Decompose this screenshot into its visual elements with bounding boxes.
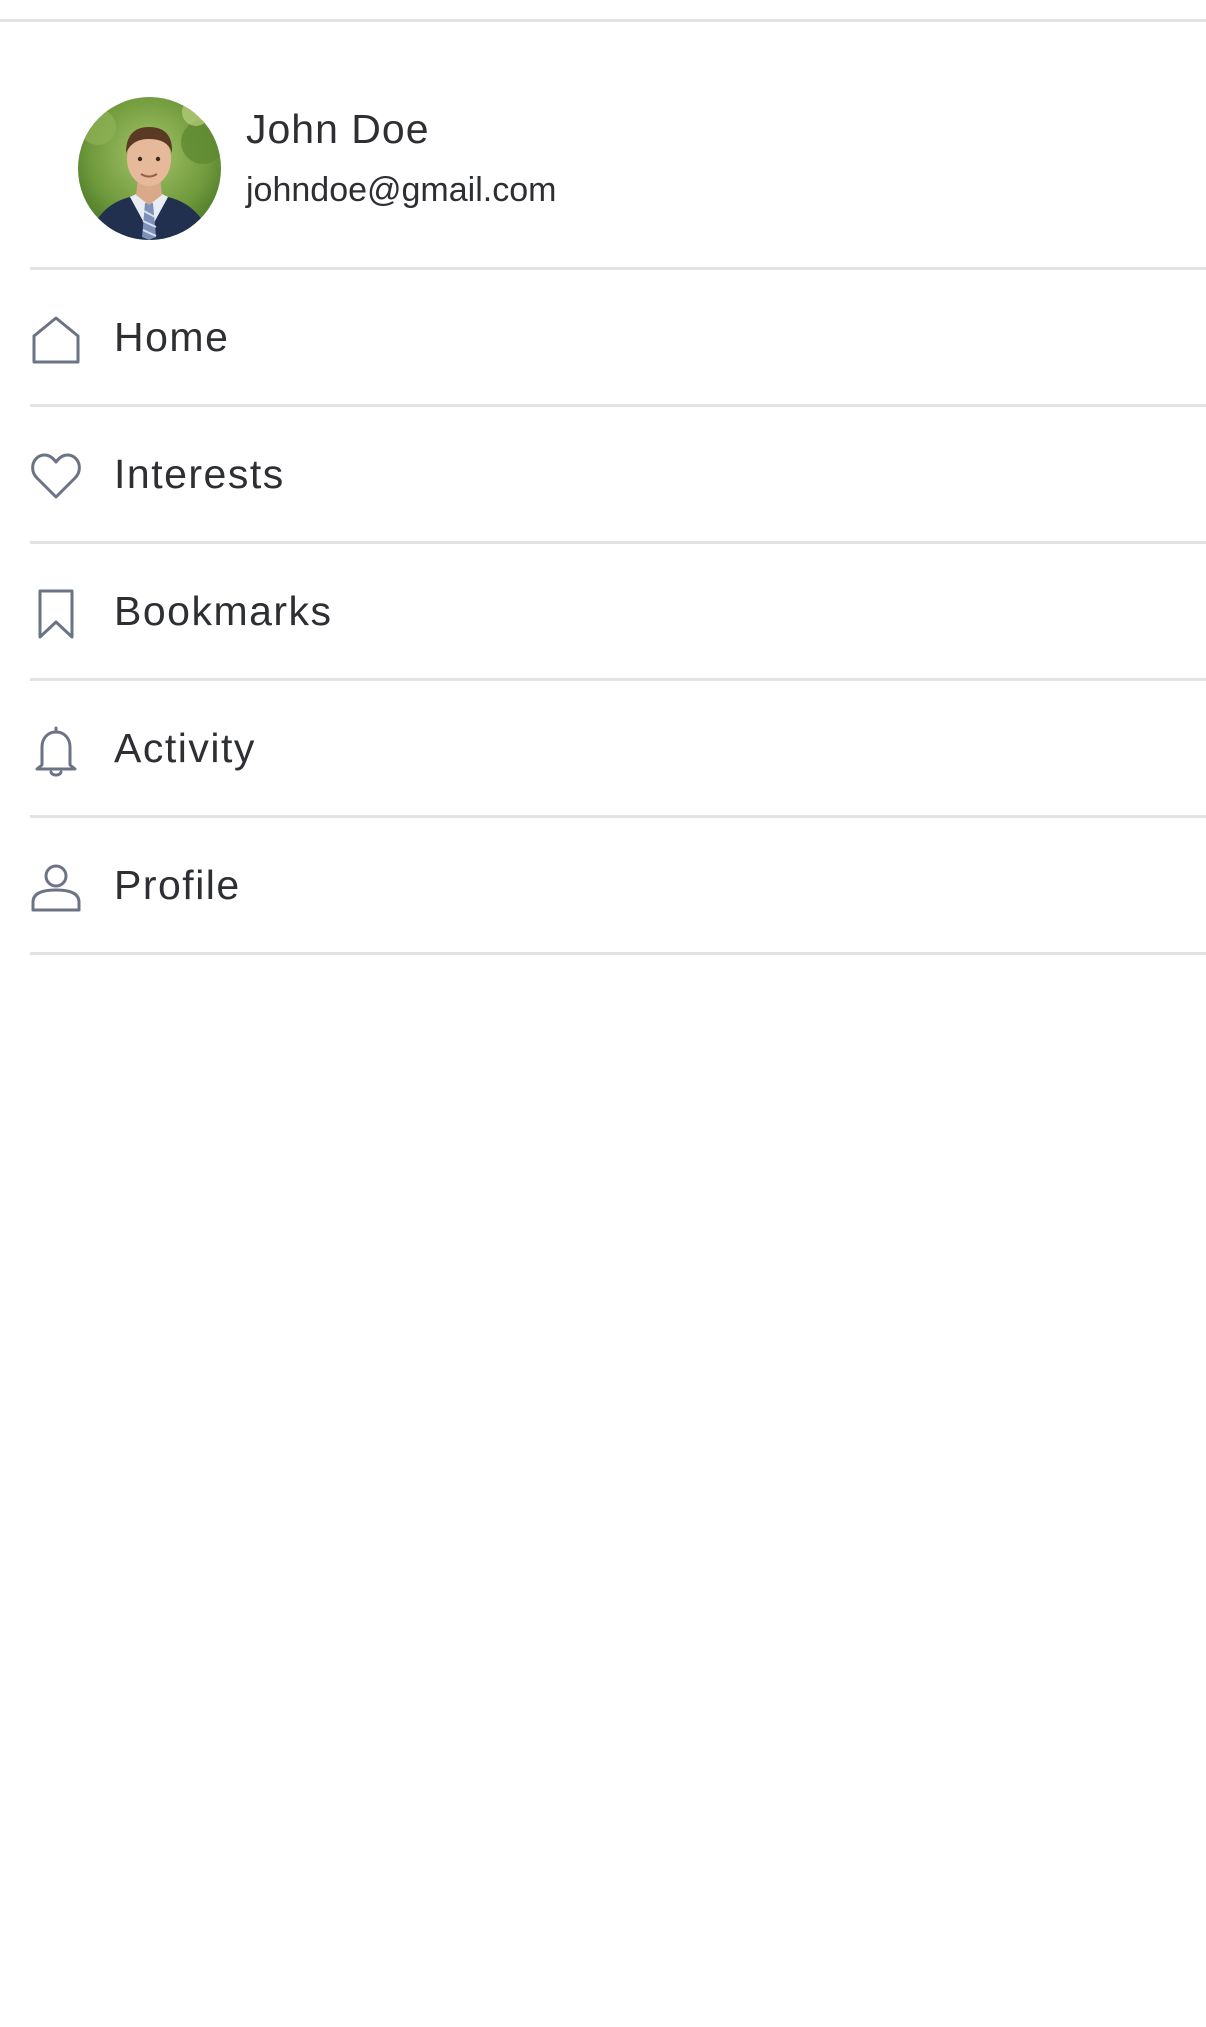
- menu-item-bookmarks[interactable]: Bookmarks: [30, 544, 1206, 681]
- menu-item-activity[interactable]: Activity: [30, 681, 1206, 818]
- home-icon: [30, 314, 82, 366]
- user-name: John Doe: [246, 106, 430, 152]
- menu-item-label: Home: [114, 314, 230, 360]
- bell-icon: [30, 725, 82, 777]
- profile-header[interactable]: John Doe johndoe@gmail.com: [30, 22, 1206, 270]
- menu-item-label: Activity: [114, 725, 256, 771]
- menu-item-label: Interests: [114, 451, 285, 497]
- avatar-photo: [78, 97, 221, 240]
- menu-item-profile[interactable]: Profile: [30, 818, 1206, 955]
- menu-item-label: Bookmarks: [114, 588, 333, 634]
- avatar[interactable]: [78, 97, 221, 240]
- user-email: johndoe@gmail.com: [246, 171, 557, 209]
- bookmark-icon: [30, 588, 82, 640]
- menu-item-label: Profile: [114, 862, 241, 908]
- navigation-drawer: John Doe johndoe@gmail.com Home Interest…: [30, 22, 1206, 955]
- menu-item-home[interactable]: Home: [30, 270, 1206, 407]
- person-icon: [30, 862, 82, 914]
- heart-icon: [30, 451, 82, 503]
- menu-item-interests[interactable]: Interests: [30, 407, 1206, 544]
